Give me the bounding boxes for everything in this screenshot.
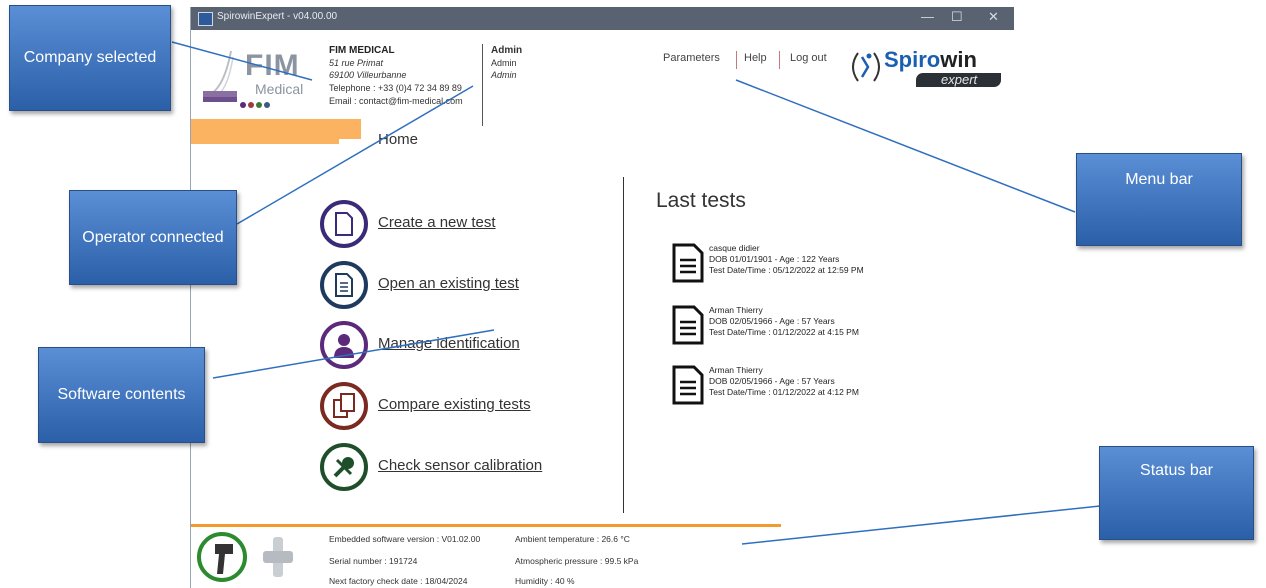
status-atmospheric-pressure: Atmospheric pressure : 99.5 kPa: [515, 556, 639, 566]
manage-identification-link[interactable]: Manage identification: [378, 335, 520, 352]
app-logo-icon: [198, 12, 213, 26]
test-patient-name: Arman Thierry: [709, 305, 763, 315]
callout-menu: Menu bar: [1076, 153, 1242, 246]
company-phone: Telephone : +33 (0)4 72 34 89 89: [329, 83, 462, 93]
status-divider: [191, 524, 781, 527]
operator-title: Admin: [491, 45, 523, 56]
create-test-link[interactable]: Create a new test: [378, 214, 496, 231]
callout-operator: Operator connected: [69, 190, 237, 285]
wrench-icon[interactable]: [320, 443, 368, 491]
title-bar: SpirowinExpert - v04.00.00 — ☐ ✕: [191, 7, 1014, 30]
test-date: Test Date/Time : 05/12/2022 at 12:59 PM: [709, 265, 864, 275]
menu-separator: [779, 51, 780, 69]
menu-help[interactable]: Help: [744, 52, 767, 64]
new-document-icon[interactable]: [320, 200, 368, 248]
menu-logout[interactable]: Log out: [790, 52, 827, 64]
status-serial-number: Serial number : 191724: [329, 556, 418, 566]
app-window: SpirowinExpert - v04.00.00 — ☐ ✕ FIM Med…: [190, 7, 1014, 588]
status-humidity: Humidity : 40 %: [515, 576, 575, 586]
home-tab-underline: [191, 139, 339, 144]
check-calibration-link[interactable]: Check sensor calibration: [378, 457, 542, 474]
tab-home[interactable]: Home: [378, 131, 418, 148]
home-tab-bar: [191, 119, 361, 139]
menu-parameters[interactable]: Parameters: [663, 52, 720, 64]
callout-company: Company selected: [9, 5, 171, 111]
company-address2: 69100 Villeurbanne: [329, 70, 407, 80]
operator-line2: Admin: [491, 70, 517, 80]
test-patient-name: casque didier: [709, 243, 760, 253]
company-address1: 51 rue Primat: [329, 58, 384, 68]
test-patient-dob: DOB 02/05/1966 - Age : 57 Years: [709, 316, 835, 326]
test-patient-dob: DOB 01/01/1901 - Age : 122 Years: [709, 254, 840, 264]
window-title: SpirowinExpert - v04.00.00: [217, 11, 338, 22]
person-icon[interactable]: [320, 321, 368, 369]
open-document-icon[interactable]: [320, 261, 368, 309]
status-embedded-version: Embedded software version : V01.02.00: [329, 534, 481, 544]
operator-line1: Admin: [491, 58, 517, 68]
content-divider: [623, 177, 624, 513]
header-divider: [482, 44, 483, 126]
logo-text: FIM: [245, 49, 300, 82]
company-email: Email : contact@fim-medical.com: [329, 96, 463, 106]
compare-icon[interactable]: [320, 382, 368, 430]
compare-tests-link[interactable]: Compare existing tests: [378, 396, 531, 413]
logo-subtext: Medical: [255, 81, 304, 97]
test-document-icon: [672, 305, 704, 345]
test-date: Test Date/Time : 01/12/2022 at 4:15 PM: [709, 327, 859, 337]
last-tests-title: Last tests: [656, 189, 746, 212]
company-logo: FIM Medical: [203, 41, 313, 109]
close-icon[interactable]: ✕: [988, 9, 999, 25]
test-document-icon: [672, 243, 704, 283]
test-date: Test Date/Time : 01/12/2022 at 4:12 PM: [709, 387, 859, 397]
device-connected-icon: [197, 532, 247, 582]
test-patient-dob: DOB 02/05/1966 - Age : 57 Years: [709, 376, 835, 386]
test-document-icon: [672, 365, 704, 405]
status-next-check: Next factory check date : 18/04/2024: [329, 576, 468, 586]
menu-separator: [736, 51, 737, 69]
minimize-icon[interactable]: —: [921, 9, 934, 24]
callout-software: Software contents: [38, 347, 205, 443]
open-test-link[interactable]: Open an existing test: [378, 275, 519, 292]
brand-sub: expert: [941, 72, 978, 87]
test-patient-name: Arman Thierry: [709, 365, 763, 375]
status-ambient-temperature: Ambient temperature : 26.6 °C: [515, 534, 630, 544]
sensor-filter-icon: [263, 537, 293, 582]
company-name: FIM MEDICAL: [329, 45, 395, 56]
maximize-icon[interactable]: ☐: [951, 9, 963, 25]
spirowin-logo: Spirowin expert: [846, 45, 1006, 93]
callout-status: Status bar: [1099, 446, 1254, 540]
brand-name: Spirowin: [884, 47, 977, 72]
